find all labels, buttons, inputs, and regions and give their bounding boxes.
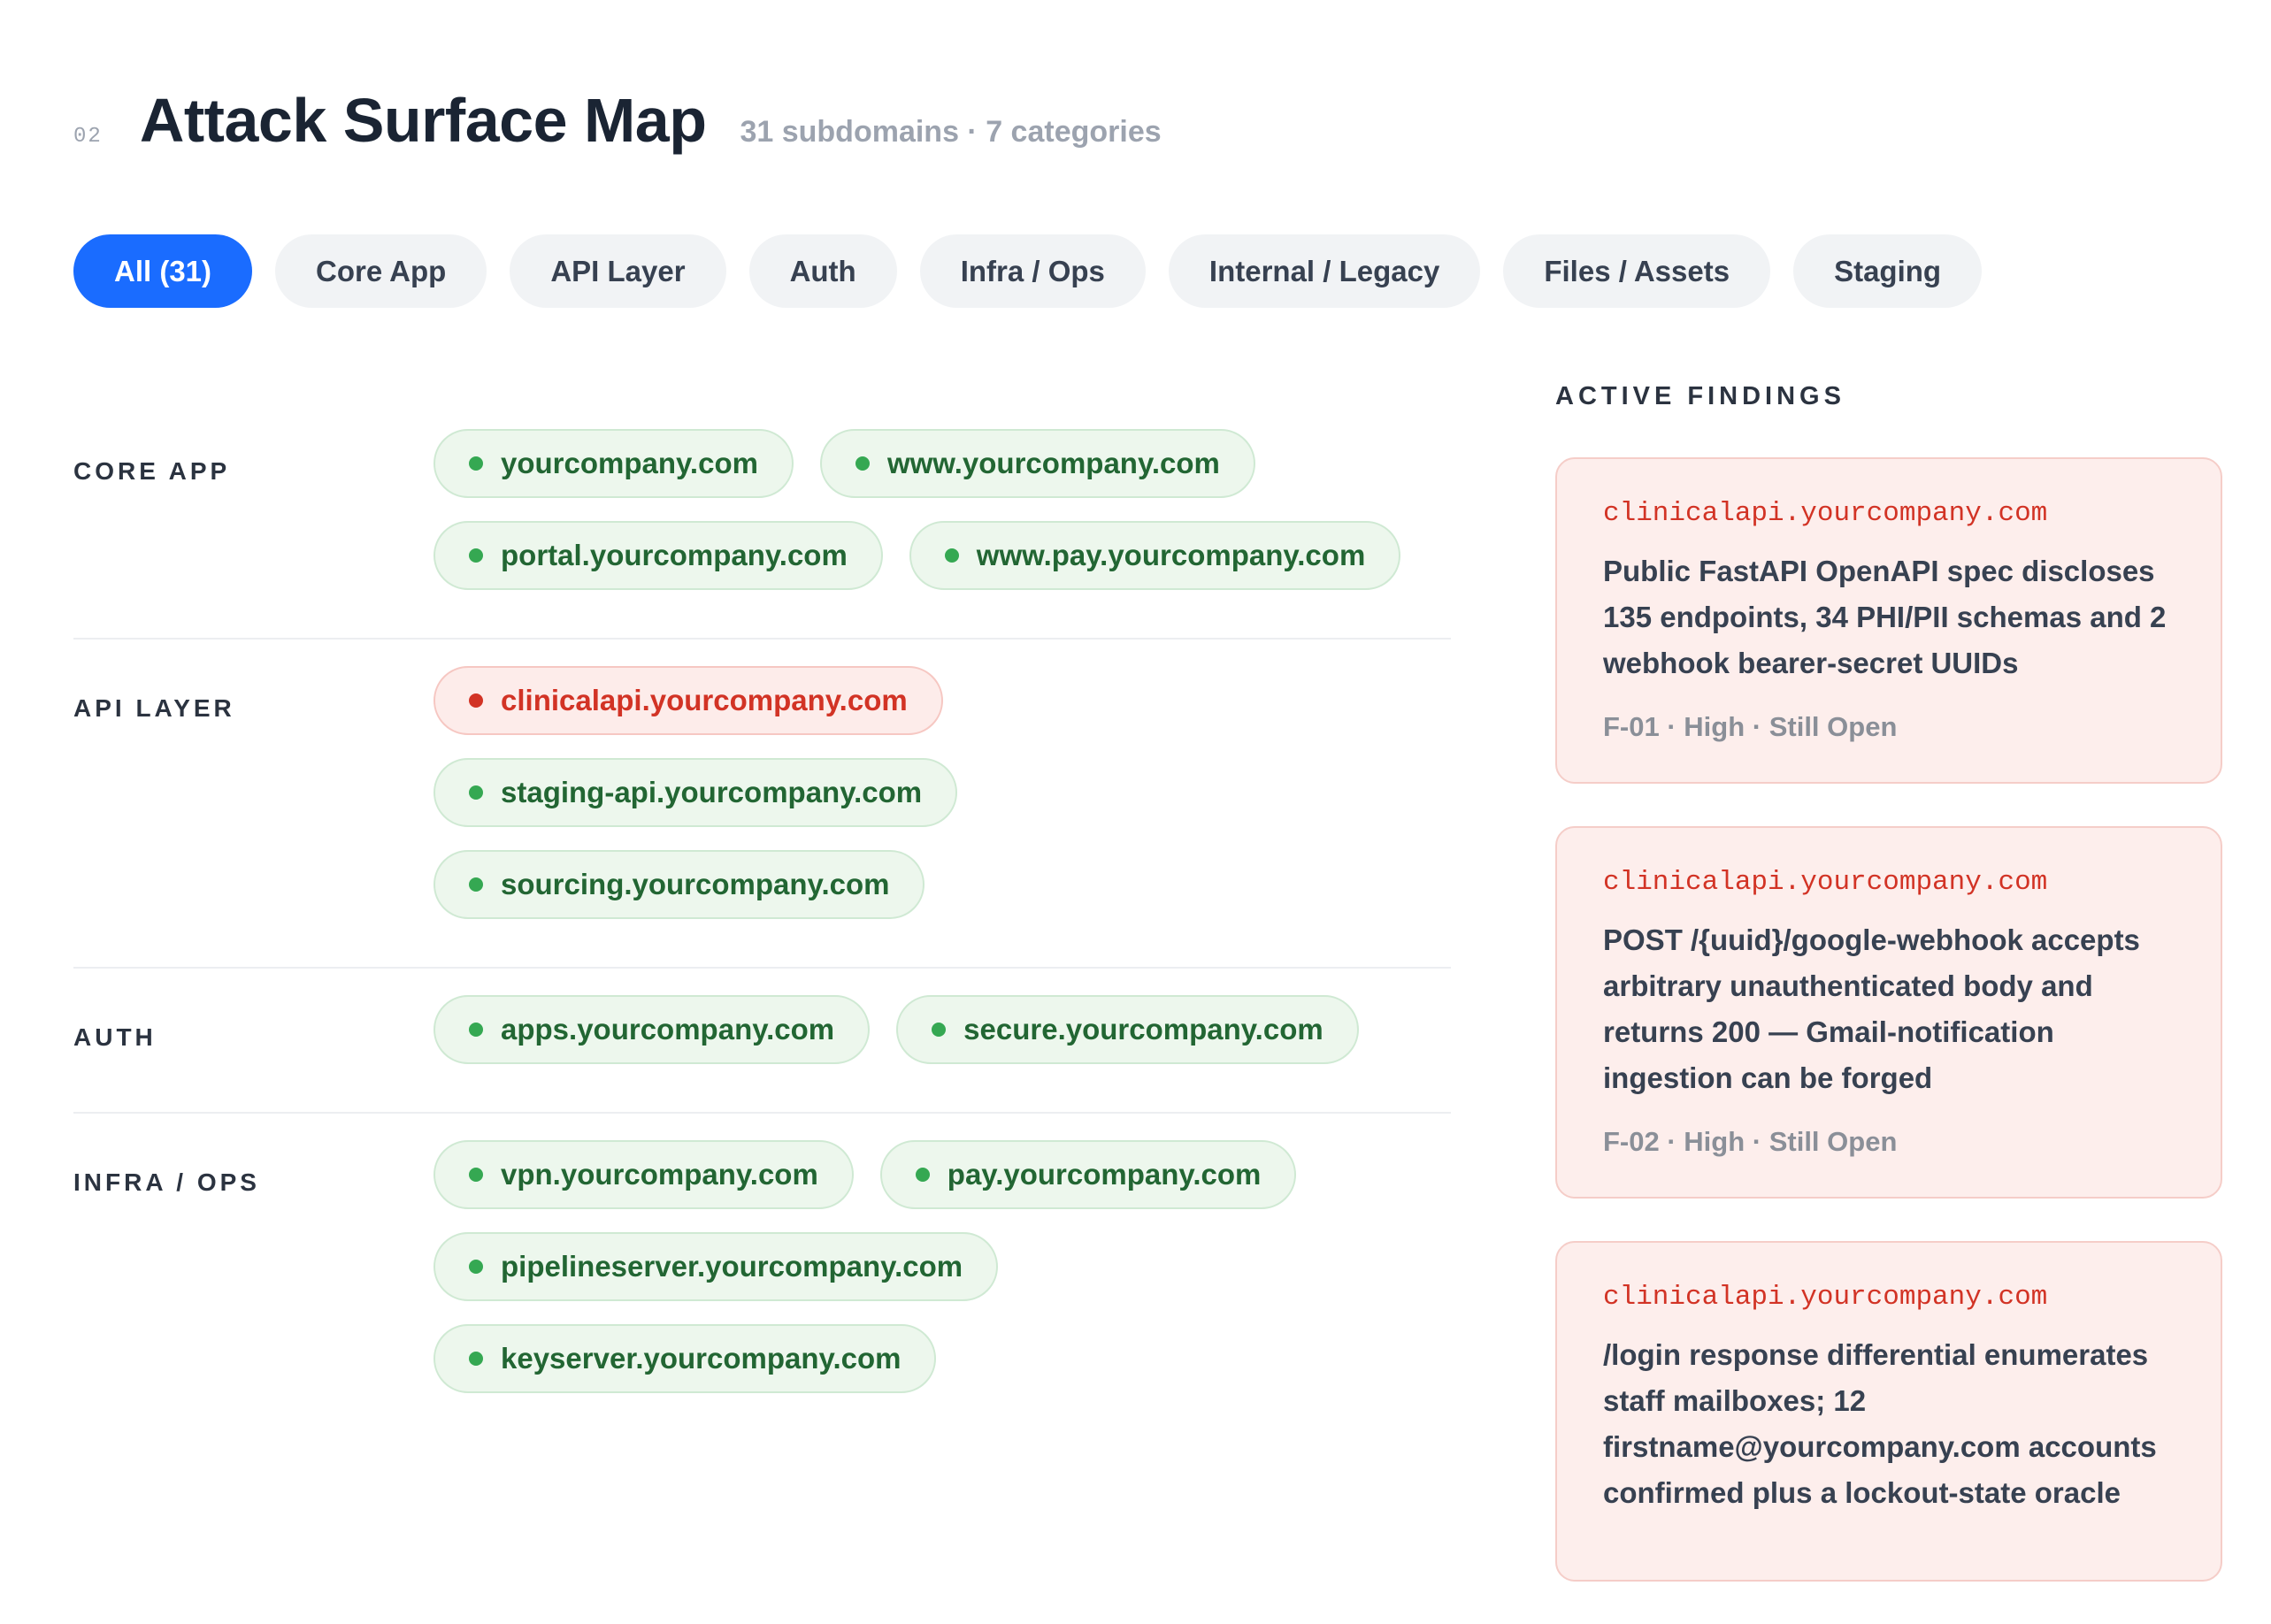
subdomain-stats: 31 subdomains · 7 categories xyxy=(740,115,1162,149)
status-dot-icon xyxy=(469,548,483,563)
finding-host: clinicalapi.yourcompany.com xyxy=(1603,867,2048,898)
subdomain-name: www.yourcompany.com xyxy=(886,447,1220,479)
status-dot-icon xyxy=(944,548,959,563)
status-dot-icon xyxy=(855,456,870,471)
subdomain-chip[interactable]: portal.yourcompany.com xyxy=(433,521,883,590)
finding-card[interactable]: clinicalapi.yourcompany.com POST /{uuid}… xyxy=(1555,826,2222,1199)
subdomain-chip-group: clinicalapi.yourcompany.com staging-api.… xyxy=(433,666,1451,919)
subdomain-name: staging-api.yourcompany.com xyxy=(501,776,923,808)
status-dot-icon xyxy=(932,1023,947,1037)
page-title: Attack Surface Map xyxy=(139,86,707,155)
status-dot-icon xyxy=(469,1260,483,1274)
subdomain-chip-flagged[interactable]: clinicalapi.yourcompany.com xyxy=(433,666,943,735)
subdomain-chip[interactable]: staging-api.yourcompany.com xyxy=(433,758,958,827)
subdomain-name: apps.yourcompany.com xyxy=(501,1013,835,1046)
category-label: API LAYER xyxy=(73,694,235,722)
category-auth: AUTH apps.yourcompany.com secure.yourcom… xyxy=(73,969,1451,1114)
subdomain-chip[interactable]: sourcing.yourcompany.com xyxy=(433,850,925,919)
subdomain-name: sourcing.yourcompany.com xyxy=(501,868,890,900)
subdomain-name: clinicalapi.yourcompany.com xyxy=(501,684,908,716)
subdomain-chip[interactable]: apps.yourcompany.com xyxy=(433,995,871,1064)
subdomain-chip-group: yourcompany.com www.yourcompany.com port… xyxy=(433,429,1451,590)
tab-auth[interactable]: Auth xyxy=(748,234,897,308)
subdomain-chip[interactable]: vpn.yourcompany.com xyxy=(433,1140,854,1209)
subdomain-name: pipelineserver.yourcompany.com xyxy=(501,1250,963,1283)
tab-files-assets[interactable]: Files / Assets xyxy=(1503,234,1771,308)
tab-staging[interactable]: Staging xyxy=(1793,234,1983,308)
category-list: CORE APP yourcompany.com www.yourcompany… xyxy=(73,402,1451,1441)
tab-api-layer[interactable]: API Layer xyxy=(510,234,726,308)
subdomain-chip[interactable]: www.pay.yourcompany.com xyxy=(909,521,1401,590)
status-dot-icon xyxy=(469,1168,483,1182)
subdomain-chip-group: apps.yourcompany.com secure.yourcompany.… xyxy=(433,995,1451,1064)
section-header: 02 Attack Surface Map 31 subdomains · 7 … xyxy=(73,85,1162,165)
subdomain-name: pay.yourcompany.com xyxy=(947,1158,1262,1191)
subdomain-name: keyserver.yourcompany.com xyxy=(501,1342,901,1375)
finding-meta: F-02 · High · Still Open xyxy=(1603,1126,1898,1157)
status-dot-icon xyxy=(469,456,483,471)
finding-meta: F-01 · High · Still Open xyxy=(1603,711,1898,742)
section-number: 02 xyxy=(73,125,103,149)
category-label: AUTH xyxy=(73,1023,157,1051)
active-findings-panel: ACTIVE FINDINGS clinicalapi.yourcompany.… xyxy=(1555,382,2222,1624)
category-api-layer: API LAYER clinicalapi.yourcompany.com st… xyxy=(73,640,1451,969)
finding-description: POST /{uuid}/google-webhook accepts arbi… xyxy=(1603,923,2140,1094)
status-dot-icon xyxy=(469,1352,483,1366)
subdomain-chip[interactable]: secure.yourcompany.com xyxy=(896,995,1359,1064)
status-dot-icon xyxy=(469,877,483,892)
finding-description: /login response differential enumerates … xyxy=(1603,1338,2157,1509)
finding-card[interactable]: clinicalapi.yourcompany.com /login respo… xyxy=(1555,1241,2222,1582)
finding-description: Public FastAPI OpenAPI spec discloses 13… xyxy=(1603,555,2167,679)
subdomain-name: www.pay.yourcompany.com xyxy=(976,539,1366,571)
subdomain-name: secure.yourcompany.com xyxy=(963,1013,1323,1046)
subdomain-chip[interactable]: pipelineserver.yourcompany.com xyxy=(433,1232,999,1301)
status-dot-icon xyxy=(469,785,483,800)
finding-host: clinicalapi.yourcompany.com xyxy=(1603,1282,2048,1313)
category-label: INFRA / OPS xyxy=(73,1168,260,1196)
subdomain-chip[interactable]: www.yourcompany.com xyxy=(819,429,1255,498)
subdomain-chip[interactable]: keyserver.yourcompany.com xyxy=(433,1324,937,1393)
subdomain-chip[interactable]: yourcompany.com xyxy=(433,429,794,498)
findings-heading: ACTIVE FINDINGS xyxy=(1555,382,1845,410)
attack-surface-page: 02 Attack Surface Map 31 subdomains · 7 … xyxy=(0,0,2271,1582)
status-dot-icon xyxy=(469,1023,483,1037)
category-filter-tabs: All (31) Core App API Layer Auth Infra /… xyxy=(73,234,1983,308)
status-dot-icon xyxy=(915,1168,930,1182)
tab-internal-legacy[interactable]: Internal / Legacy xyxy=(1168,234,1481,308)
category-infra-ops: INFRA / OPS vpn.yourcompany.com pay.your… xyxy=(73,1114,1451,1441)
tab-all[interactable]: All (31) xyxy=(73,234,253,308)
subdomain-name: vpn.yourcompany.com xyxy=(501,1158,818,1191)
subdomain-name: yourcompany.com xyxy=(501,447,758,479)
subdomain-chip-group: vpn.yourcompany.com pay.yourcompany.com … xyxy=(433,1140,1318,1393)
subdomain-name: portal.yourcompany.com xyxy=(501,539,848,571)
status-dot-icon xyxy=(469,693,483,708)
subdomain-chip[interactable]: pay.yourcompany.com xyxy=(879,1140,1297,1209)
tab-core-app[interactable]: Core App xyxy=(275,234,487,308)
tab-infra-ops[interactable]: Infra / Ops xyxy=(919,234,1146,308)
finding-card[interactable]: clinicalapi.yourcompany.com Public FastA… xyxy=(1555,457,2222,784)
category-core-app: CORE APP yourcompany.com www.yourcompany… xyxy=(73,402,1451,640)
finding-host: clinicalapi.yourcompany.com xyxy=(1603,498,2048,529)
category-label: CORE APP xyxy=(73,457,231,485)
